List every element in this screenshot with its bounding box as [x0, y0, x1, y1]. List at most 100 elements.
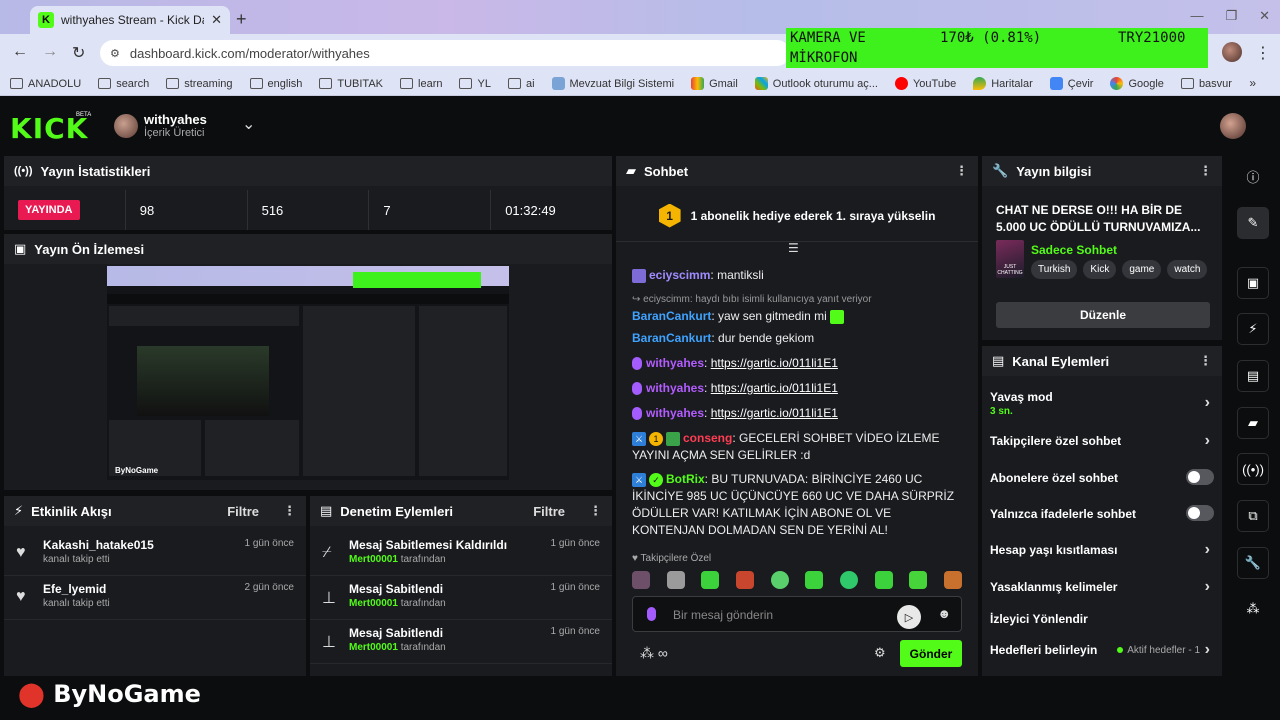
- close-tab-icon[interactable]: ✕: [211, 12, 222, 28]
- account-age-row[interactable]: Hesap yaşı kısıtlaması ›: [990, 541, 1216, 558]
- scene-icon[interactable]: ⧉: [1237, 500, 1269, 532]
- emote-icon[interactable]: [805, 571, 824, 589]
- gift-sub-banner[interactable]: 1 1 abonelik hediye ederek 1. sıraya yük…: [616, 190, 978, 242]
- slow-mode-row[interactable]: Yavaş mod 3 sn. ›: [990, 390, 1216, 417]
- chat-settings-gear-icon[interactable]: ⚙: [874, 645, 886, 661]
- pinned-message-toggle-icon[interactable]: ☰: [788, 241, 799, 255]
- moderation-more-icon[interactable]: ⋮: [589, 503, 602, 519]
- bookmark-anadolu[interactable]: ANADOLU: [10, 78, 81, 90]
- followers-chat-row[interactable]: Takipçilere özel sohbet ›: [990, 432, 1216, 449]
- moderation-filter-button[interactable]: Filtre: [533, 504, 565, 519]
- emote-icon[interactable]: [735, 571, 754, 589]
- user-avatar[interactable]: [1220, 113, 1246, 139]
- chat-username[interactable]: withyahes: [646, 356, 704, 370]
- activity-user[interactable]: Kakashi_hatake015: [43, 538, 154, 552]
- site-info-icon[interactable]: ⚙: [110, 47, 120, 60]
- subscribers-chat-toggle[interactable]: [1186, 469, 1214, 485]
- tag-chip[interactable]: watch: [1167, 260, 1208, 279]
- channel-switch-chevron-icon[interactable]: ⌄: [242, 114, 255, 134]
- lightning-icon[interactable]: ⚡: [1237, 313, 1269, 345]
- apps-icon[interactable]: ⁂: [1237, 593, 1269, 625]
- reply-context[interactable]: ↪ eciyscimm: haydı bıbı isimli kullanıcı…: [632, 291, 962, 308]
- url-input[interactable]: ⚙ dashboard.kick.com/moderator/withyahes: [100, 40, 790, 66]
- emote-icon[interactable]: [839, 571, 858, 589]
- chat-username[interactable]: eciyscimm: [649, 268, 710, 282]
- bookmark-gmail[interactable]: Gmail: [691, 77, 738, 90]
- actions-more-icon[interactable]: ⋮: [1199, 353, 1212, 369]
- bookmark-haritalar[interactable]: Haritalar: [973, 77, 1033, 90]
- redirect-row[interactable]: İzleyici Yönlendir: [990, 612, 1216, 626]
- chat-bubble-icon[interactable]: ▰: [1237, 407, 1269, 439]
- close-window-icon[interactable]: ✕: [1259, 8, 1270, 24]
- bookmark-english[interactable]: english: [249, 78, 302, 90]
- infinity-icon[interactable]: ⁂ ∞: [640, 645, 668, 662]
- bookmark-streaming[interactable]: streaming: [166, 78, 233, 90]
- stream-category[interactable]: Sadece Sohbet: [1031, 243, 1117, 257]
- chat-more-icon[interactable]: ⋮: [955, 163, 968, 179]
- chat-username[interactable]: conseng: [683, 431, 732, 445]
- emote-icon[interactable]: [874, 571, 893, 589]
- send-button[interactable]: Gönder: [900, 640, 962, 667]
- kick-bot-icon[interactable]: ▷: [897, 605, 921, 629]
- activity-user[interactable]: Efe_lyemid: [43, 582, 106, 596]
- pencil-icon[interactable]: ✎: [1237, 207, 1269, 239]
- stream-preview-video[interactable]: ByNoGame: [107, 266, 509, 480]
- channel-avatar[interactable]: [114, 114, 138, 138]
- document-icon[interactable]: ▤: [1237, 360, 1269, 392]
- forward-icon[interactable]: →: [42, 43, 58, 61]
- chat-username[interactable]: withyahes: [646, 381, 704, 395]
- chat-username[interactable]: BaranCankurt: [632, 309, 711, 323]
- bookmark-mevzuat[interactable]: Mevzuat Bilgi Sistemi: [551, 77, 674, 90]
- bookmark-search[interactable]: search: [98, 78, 149, 90]
- emote-icon[interactable]: [666, 571, 685, 589]
- bookmark-learn[interactable]: learn: [400, 78, 442, 90]
- channel-name[interactable]: withyahes: [144, 112, 207, 127]
- camera-icon[interactable]: ▣: [1237, 267, 1269, 299]
- bookmark-youtube[interactable]: YouTube: [894, 77, 956, 90]
- chat-username[interactable]: BotRix: [666, 472, 705, 486]
- bookmarks-more-icon[interactable]: »: [1249, 76, 1256, 90]
- bookmark-tubitak[interactable]: TUBITAK: [319, 78, 383, 90]
- maximize-icon[interactable]: ❐: [1225, 8, 1237, 24]
- emoji-icon[interactable]: ☻: [937, 606, 951, 621]
- reload-icon[interactable]: ↻: [72, 43, 85, 63]
- activity-more-icon[interactable]: ⋮: [283, 503, 296, 519]
- emote-icon[interactable]: [943, 571, 962, 589]
- tag-chip[interactable]: Kick: [1083, 260, 1117, 279]
- chat-link[interactable]: https://gartic.io/011li1E1: [711, 381, 838, 395]
- chat-link[interactable]: https://gartic.io/011li1E1: [711, 356, 838, 370]
- bookmark-ai[interactable]: ai: [507, 78, 535, 90]
- browser-tab[interactable]: K withyahes Stream - Kick Dashbo ✕: [30, 6, 230, 34]
- minimize-icon[interactable]: —: [1190, 8, 1203, 24]
- emote-icon[interactable]: [909, 571, 928, 589]
- info-icon[interactable]: ⓘ: [1237, 160, 1269, 192]
- wrench-icon[interactable]: 🔧: [1237, 547, 1269, 579]
- edit-button[interactable]: Düzenle: [996, 302, 1210, 328]
- new-tab-icon[interactable]: +: [236, 9, 247, 30]
- chat-link[interactable]: https://gartic.io/011li1E1: [711, 406, 838, 420]
- broadcast-icon[interactable]: ((•)): [1237, 453, 1269, 485]
- bookmark-basvur[interactable]: basvur: [1180, 78, 1232, 90]
- bookmark-google[interactable]: Google: [1110, 77, 1164, 90]
- emotes-chat-toggle[interactable]: [1186, 505, 1214, 521]
- emote-icon[interactable]: [770, 571, 789, 589]
- tag-chip[interactable]: Turkish: [1031, 260, 1078, 279]
- bookmark-cevir[interactable]: Çevir: [1049, 77, 1093, 90]
- emote-icon[interactable]: [632, 571, 650, 589]
- chat-input[interactable]: Bir mesaj gönderin ▷ ☻: [632, 596, 962, 632]
- broadcast-icon: ((•)): [14, 165, 33, 177]
- activity-filter-button[interactable]: Filtre: [227, 504, 259, 519]
- back-icon[interactable]: ←: [12, 43, 28, 61]
- banned-words-row[interactable]: Yasaklanmış kelimeler ›: [990, 578, 1216, 595]
- activity-item: ♥ Efe_lyemid kanalı takip etti 2 gün önc…: [4, 576, 306, 620]
- chat-username[interactable]: withyahes: [646, 406, 704, 420]
- chat-username[interactable]: BaranCankurt: [632, 331, 711, 345]
- emote-icon[interactable]: [701, 571, 720, 589]
- browser-profile-avatar[interactable]: [1222, 42, 1242, 62]
- browser-menu-icon[interactable]: ⋮: [1255, 43, 1271, 63]
- goals-row[interactable]: Hedefleri belirleyin Aktif hedefler - 1 …: [990, 641, 1216, 658]
- tag-chip[interactable]: game: [1122, 260, 1162, 279]
- bookmark-yl[interactable]: YL: [459, 78, 491, 90]
- bookmark-outlook[interactable]: Outlook oturumu aç...: [754, 77, 878, 90]
- info-more-icon[interactable]: ⋮: [1199, 163, 1212, 179]
